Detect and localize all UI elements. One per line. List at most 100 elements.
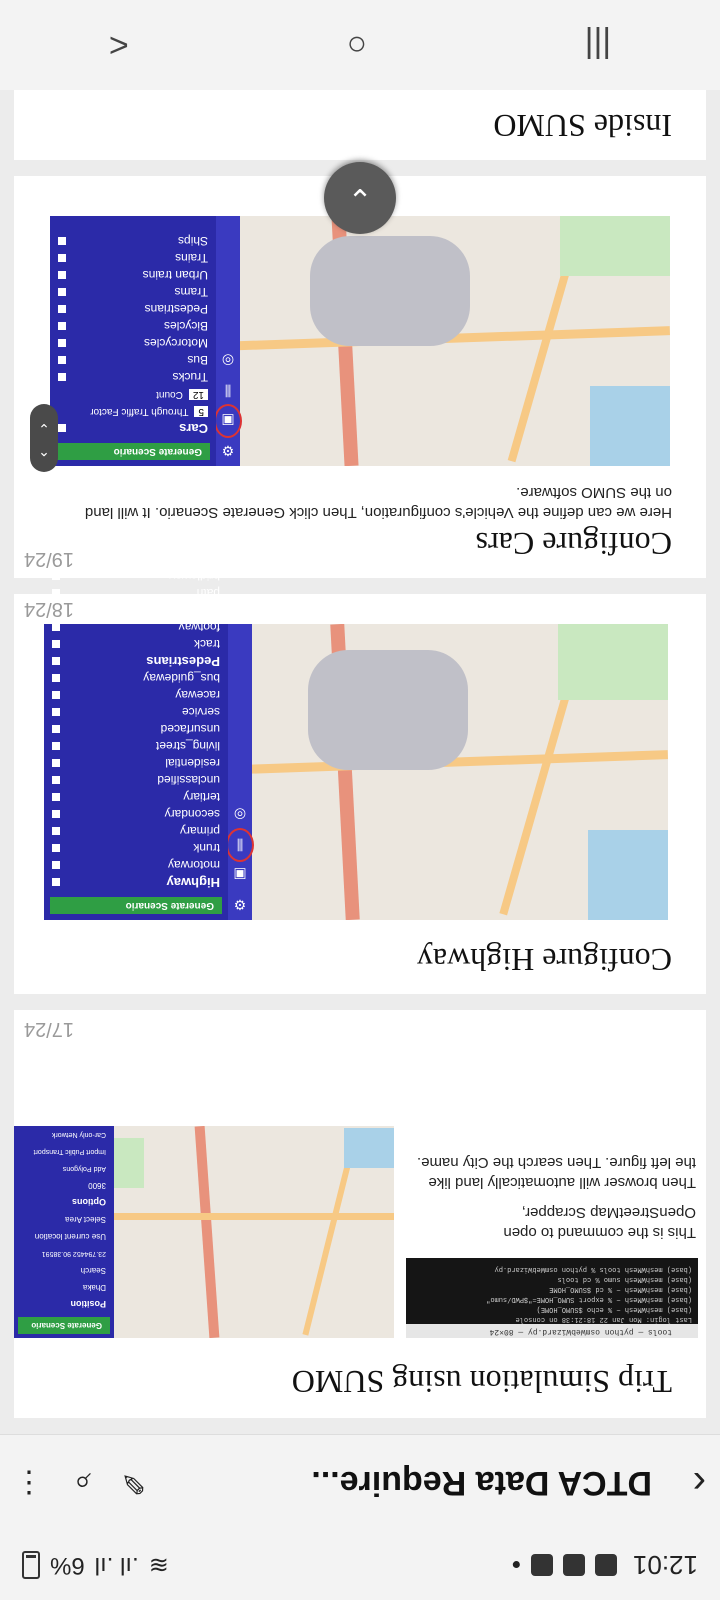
city-input[interactable]: Dhaka (14, 1279, 114, 1296)
page-number: 17/24 (23, 1018, 74, 1040)
checkbox[interactable] (52, 827, 60, 836)
car-icon[interactable]: ▣ (228, 860, 252, 890)
terminal-window: tools — python osmWebWizard.py — 80×24 L… (406, 1258, 698, 1338)
option-row[interactable]: bus_guideway (44, 670, 228, 687)
slide-title: Inside SUMO (493, 108, 672, 144)
option-row[interactable]: service (44, 704, 228, 721)
duration-field[interactable]: 3600 (14, 1177, 114, 1194)
settings-icon[interactable]: ⚙ (228, 890, 252, 920)
checkbox[interactable] (58, 339, 66, 348)
collapse-fab-icon[interactable]: ⌄ (324, 162, 396, 234)
slide-19: Configure Cars Here we can define the Ve… (14, 176, 706, 578)
option-label: raceway (175, 688, 220, 703)
generate-button[interactable]: Generate Scenario (18, 1317, 110, 1334)
option-row[interactable]: Trains (50, 250, 216, 267)
checkbox[interactable] (52, 708, 60, 717)
option-label: footway (178, 620, 220, 635)
car-icon[interactable]: ▣ (214, 404, 242, 438)
chevron-left-icon[interactable]: ‹ (652, 1460, 706, 1505)
option-label: living_street (155, 739, 220, 754)
checkbox[interactable] (52, 640, 60, 649)
option-row[interactable]: Bicycles (50, 318, 216, 335)
page-number: 18/24 (23, 598, 74, 620)
option-item[interactable]: Import Public Transport (14, 1143, 114, 1160)
checkbox[interactable] (52, 793, 60, 802)
option-row[interactable]: primary (44, 823, 228, 840)
back-button[interactable]: < (109, 26, 129, 65)
app-bar: ‹ DTCA Data Require... ✎ ⌕ ⋮ (0, 1434, 720, 1530)
generate-button[interactable]: Generate Scenario (50, 897, 222, 914)
option-row[interactable]: unsurfaced (44, 721, 228, 738)
option-row[interactable]: trunk (44, 840, 228, 857)
more-vert-icon[interactable]: ⋮ (14, 1465, 44, 1500)
option-label: Trucks (172, 370, 208, 385)
search-icon[interactable]: ⌕ (74, 1466, 91, 1500)
option-row[interactable]: Motorcycles (50, 335, 216, 352)
option-row[interactable]: motorway (44, 857, 228, 874)
page-scroll-handle[interactable]: ⌃ ⌄ (30, 404, 58, 472)
option-row[interactable]: Pedestrians (50, 301, 216, 318)
road-icon[interactable]: ⫼ (226, 828, 254, 862)
checkbox[interactable] (52, 742, 60, 751)
toolbar: ✎ ⌕ ⋮ (14, 1465, 146, 1500)
option-row[interactable]: residential (44, 755, 228, 772)
select-area-option[interactable]: Select Area (14, 1211, 114, 1228)
checkbox[interactable] (58, 254, 66, 263)
checkbox[interactable] (58, 322, 66, 331)
settings-icon[interactable]: ⚙ (216, 436, 240, 466)
checkbox[interactable] (52, 878, 60, 887)
checkbox[interactable] (58, 356, 66, 365)
cars-label: Cars (179, 421, 208, 436)
checkbox[interactable] (58, 237, 66, 246)
option-row[interactable]: Trucks (50, 369, 216, 386)
checkbox[interactable] (52, 725, 60, 734)
option-row[interactable]: secondary (44, 806, 228, 823)
option-label: service (181, 705, 220, 720)
highway-header: Highway (44, 874, 228, 891)
coords-input[interactable]: 23.794452 90.38591 (14, 1245, 114, 1262)
option-row[interactable]: tertiary (44, 789, 228, 806)
road-icon[interactable]: ⫼ (216, 376, 240, 406)
option-label: path (196, 586, 220, 601)
use-location-button[interactable]: Use current location (14, 1228, 114, 1245)
battery-text: 6% (50, 1552, 85, 1579)
option-row[interactable]: Urban trains (50, 267, 216, 284)
checkbox[interactable] (58, 305, 66, 314)
checkbox[interactable] (52, 657, 60, 666)
recent-apps-button[interactable]: ||| (585, 26, 612, 65)
option-row[interactable]: Trams (50, 284, 216, 301)
vehicle-type-icon[interactable]: ◎ (216, 346, 240, 376)
option-item[interactable]: Add Polygons (14, 1160, 114, 1177)
generate-button[interactable]: Generate Scenario (56, 443, 210, 460)
checkbox[interactable] (52, 861, 60, 870)
option-row[interactable]: Bus (50, 352, 216, 369)
option-row[interactable]: track (44, 636, 228, 653)
checkbox[interactable] (58, 373, 66, 382)
checkbox[interactable] (52, 810, 60, 819)
option-row[interactable]: Ships (50, 233, 216, 250)
option-label: Bicycles (163, 319, 208, 334)
vehicle-type-icon[interactable]: ◎ (228, 800, 252, 830)
battery-icon (22, 1551, 40, 1579)
checkbox[interactable] (58, 288, 66, 297)
option-row[interactable]: unclassified (44, 772, 228, 789)
checkbox[interactable] (52, 674, 60, 683)
count-value[interactable]: 12 (188, 389, 208, 400)
checkbox[interactable] (52, 623, 60, 632)
checkbox[interactable] (58, 271, 66, 280)
checkbox[interactable] (52, 776, 60, 785)
checkbox[interactable] (52, 759, 60, 768)
pedestrians-header: Pedestrians (44, 653, 228, 670)
search-button[interactable]: Search (14, 1262, 114, 1279)
home-button[interactable]: ○ (346, 26, 367, 65)
option-row[interactable]: footway (44, 619, 228, 636)
edit-icon[interactable]: ✎ (121, 1465, 146, 1500)
checkbox[interactable] (52, 691, 60, 700)
option-item[interactable]: Car-only Network (14, 1126, 114, 1143)
traffic-factor-value[interactable]: 5 (194, 406, 208, 417)
option-row[interactable]: living_street (44, 738, 228, 755)
checkbox[interactable] (58, 424, 66, 433)
checkbox[interactable] (52, 844, 60, 853)
count-row: 12 Count (50, 386, 216, 403)
option-row[interactable]: raceway (44, 687, 228, 704)
